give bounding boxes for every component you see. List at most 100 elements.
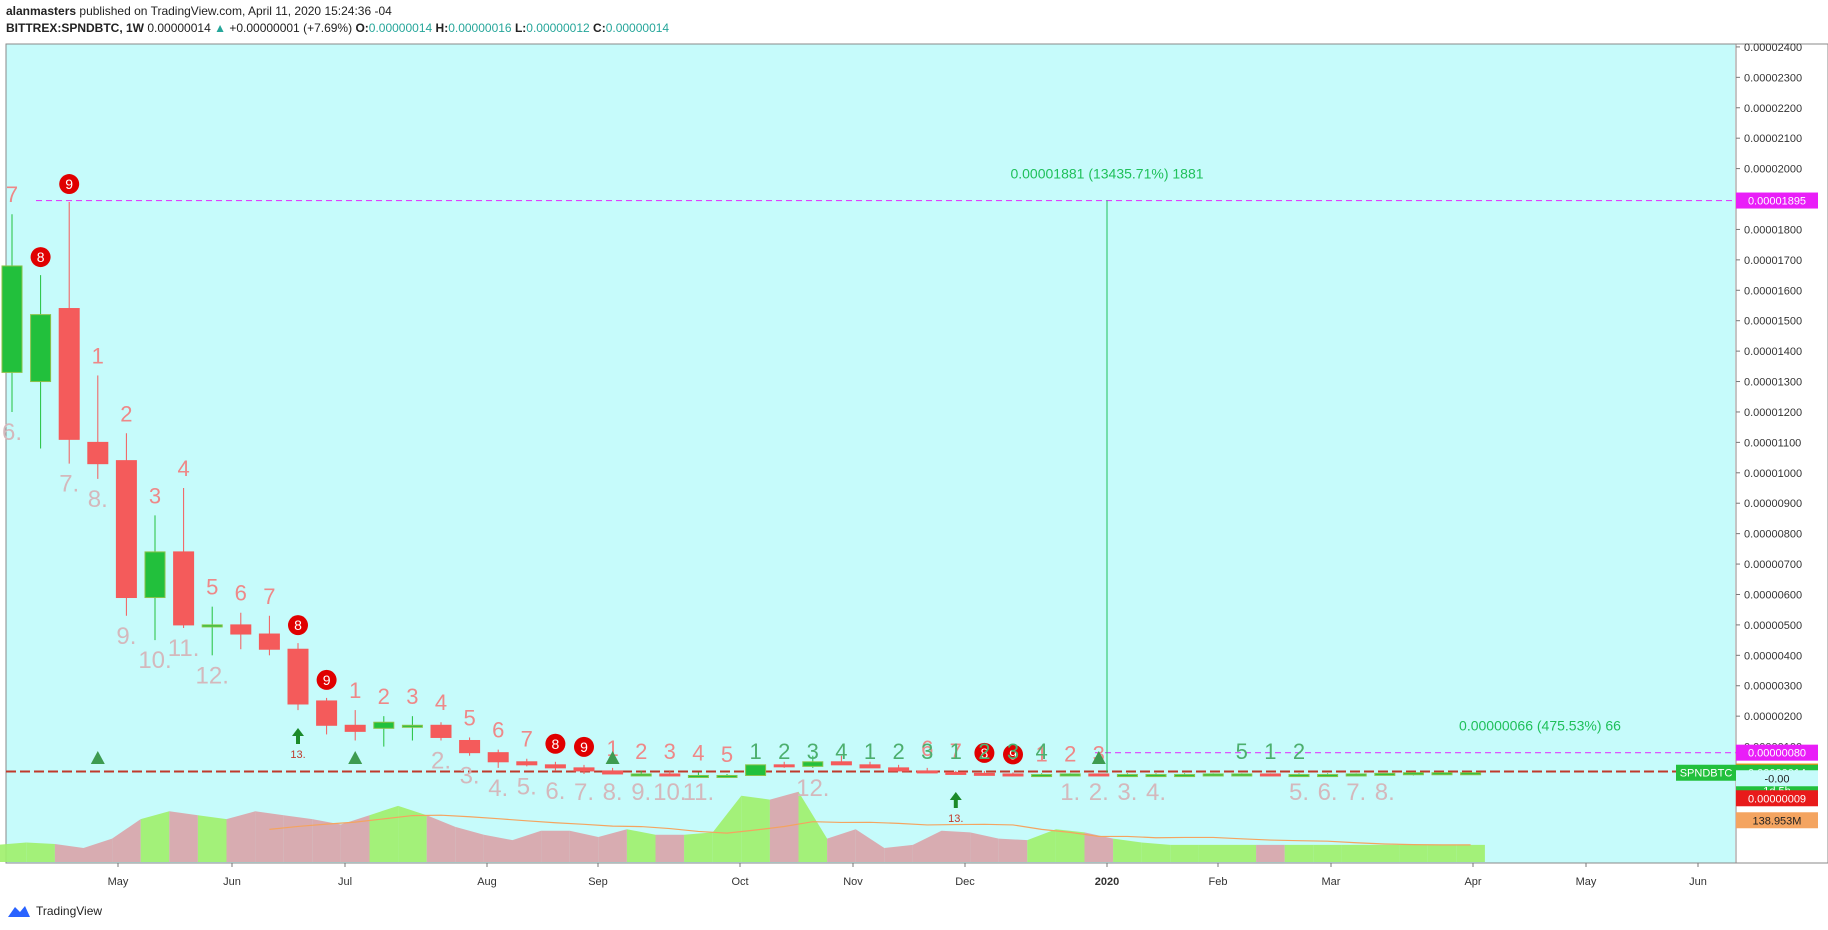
setup-sell-number: 7 — [263, 584, 275, 609]
x-tick-label: 2020 — [1095, 876, 1119, 888]
countdown-number: 6. — [1318, 779, 1338, 806]
candle-body — [30, 314, 52, 383]
candle-body — [1059, 773, 1081, 777]
arrow-count-label: 13. — [290, 749, 305, 761]
countdown-number: 2. — [431, 747, 451, 774]
candle-body — [1431, 772, 1453, 776]
price-chart[interactable]: 0.00002400 0.00002300 0.00002200 0.00002100… — [0, 0, 1828, 900]
x-tick-label: Jun — [1689, 876, 1707, 888]
candle-body — [1174, 774, 1196, 778]
volume-band — [1284, 844, 1314, 862]
setup-sell-number: 2 — [120, 401, 132, 426]
candle-body — [745, 764, 767, 776]
y-tick-label: 0.00002100 — [1744, 133, 1802, 145]
candle-body — [401, 724, 423, 728]
y-tick-label: 0.00001000 — [1744, 468, 1802, 480]
y-tick-label: 0.00000600 — [1744, 589, 1802, 601]
candle-body — [173, 551, 195, 626]
arrow-count-label: 13. — [948, 813, 963, 825]
price-tag-text: SPNDBTC — [1680, 768, 1733, 780]
candle-body — [1, 265, 23, 373]
y-tick-label: 0.00001600 — [1744, 285, 1802, 297]
volume-band — [998, 838, 1028, 862]
x-tick-label: Nov — [843, 876, 863, 888]
setup-buy-number: 1 — [749, 739, 761, 764]
setup-sell-number: 9 — [65, 176, 73, 192]
setup-buy-number: 3 — [1007, 739, 1019, 764]
price-tag-text: 138.953M — [1753, 815, 1802, 827]
candle-body — [1402, 772, 1424, 776]
y-tick-label: 0.00001200 — [1744, 407, 1802, 419]
brand-name: TradingView — [36, 904, 103, 918]
footer-brand[interactable]: TradingView — [6, 903, 102, 919]
x-tick-label: Oct — [731, 876, 748, 888]
countdown-number: 8. — [1375, 779, 1395, 806]
candle-body — [1031, 774, 1053, 778]
setup-buy-number: 1 — [864, 739, 876, 764]
setup-sell-number: 8 — [37, 249, 45, 265]
countdown-number: 12. — [196, 662, 229, 689]
setup-sell-number: 9 — [323, 672, 331, 688]
candle-body — [1116, 774, 1138, 778]
candle-body — [602, 770, 624, 775]
countdown-number: 3. — [1117, 779, 1137, 806]
setup-buy-number: 4 — [835, 739, 847, 764]
candle-body — [230, 624, 252, 635]
x-tick-label: May — [1576, 876, 1597, 888]
x-tick-label: May — [108, 876, 129, 888]
countdown-number: 9. — [116, 623, 136, 650]
candle-body — [459, 739, 481, 754]
candle-body — [373, 721, 395, 729]
candle-body — [945, 771, 967, 775]
candle-body — [1202, 773, 1224, 777]
volume-band — [684, 832, 713, 862]
y-tick-label: 0.00001400 — [1744, 346, 1802, 358]
volume-band — [1256, 844, 1285, 862]
volume-band — [655, 834, 685, 862]
setup-sell-number: 6 — [492, 718, 504, 743]
setup-buy-number: 2 — [778, 739, 790, 764]
countdown-number: 11. — [168, 635, 200, 662]
y-tick-label: 0.00002000 — [1744, 164, 1802, 176]
countdown-number: 6. — [2, 419, 22, 446]
setup-buy-number: 4 — [1035, 739, 1047, 764]
setup-buy-number: 2 — [1293, 739, 1305, 764]
x-tick-label: Sep — [588, 876, 608, 888]
candle-body — [630, 773, 652, 777]
candle-body — [1231, 773, 1253, 777]
y-tick-label: 0.00001700 — [1744, 255, 1802, 267]
y-tick-label: 0.00000200 — [1744, 711, 1802, 723]
setup-sell-number: 8 — [552, 736, 560, 752]
candle-body — [888, 767, 910, 772]
setup-sell-number: 3 — [149, 483, 161, 508]
price-tag-text: 0.00000080 — [1748, 748, 1806, 760]
setup-buy-number: 3 — [921, 739, 933, 764]
volume-band — [1370, 844, 1400, 862]
setup-sell-number: 4 — [692, 740, 704, 765]
volume-band — [1141, 842, 1171, 862]
candle-body — [1345, 773, 1367, 777]
x-tick-label: Mar — [1322, 876, 1341, 888]
candle-body — [115, 460, 137, 599]
candle-body — [344, 724, 366, 732]
volume-band — [1341, 844, 1371, 862]
volume-band — [1227, 844, 1257, 862]
setup-sell-number: 2 — [1064, 741, 1076, 766]
candle-body — [859, 764, 881, 769]
volume-band — [1427, 844, 1457, 862]
volume-band — [0, 842, 27, 862]
y-tick-label: 0.00001300 — [1744, 377, 1802, 389]
volume-band — [226, 811, 256, 862]
setup-sell-number: 1 — [92, 343, 104, 368]
countdown-number: 7. — [1346, 779, 1366, 806]
setup-sell-number: 5 — [206, 575, 218, 600]
setup-sell-number: 8 — [294, 617, 302, 633]
volume-band — [1113, 838, 1142, 862]
y-tick-label: 0.00000500 — [1744, 620, 1802, 632]
y-tick-label: 0.00000700 — [1744, 559, 1802, 571]
x-tick-label: Apr — [1464, 876, 1481, 888]
volume-band — [1399, 844, 1428, 862]
volume-band — [941, 830, 971, 862]
volume-band — [140, 811, 170, 862]
setup-sell-number: 5 — [463, 705, 475, 730]
